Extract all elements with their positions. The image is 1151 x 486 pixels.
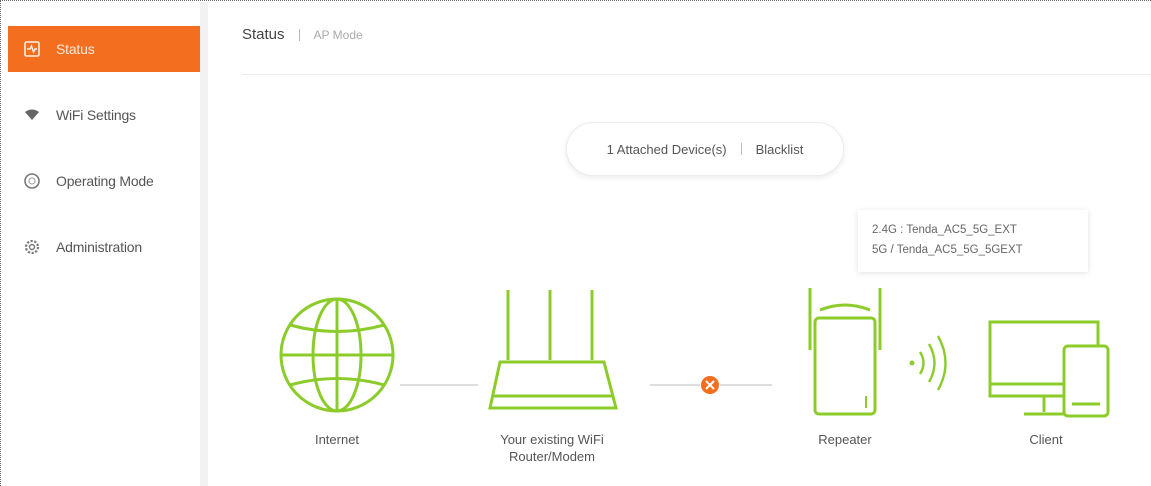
router-label-line2: Router/Modem <box>509 449 595 464</box>
router-label-line1: Your existing WiFi <box>500 432 604 447</box>
router-icon <box>488 290 618 410</box>
wireless-signal-icon <box>909 335 947 391</box>
internet-label: Internet <box>314 432 360 447</box>
connection-error-icon <box>701 376 719 394</box>
repeater-label: Repeater <box>818 432 872 447</box>
repeater-icon <box>808 288 882 416</box>
internet-globe-icon <box>279 297 395 413</box>
router-label: Your existing WiFi Router/Modem <box>482 431 622 465</box>
client-devices-icon <box>988 320 1110 418</box>
client-label: Client <box>1029 432 1063 447</box>
network-topology <box>279 288 1110 418</box>
